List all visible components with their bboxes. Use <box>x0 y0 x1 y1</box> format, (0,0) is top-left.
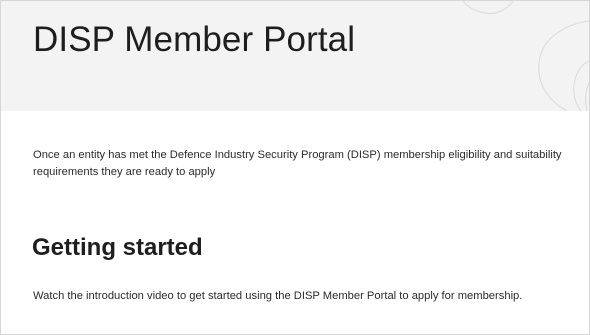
page-frame: DISP Member Portal Once an entity has me… <box>0 0 590 335</box>
intro-paragraph: Once an entity has met the Defence Indus… <box>33 149 562 178</box>
page-title: DISP Member Portal <box>33 20 356 59</box>
page-banner: DISP Member Portal <box>1 1 589 111</box>
getting-started-heading: Getting started <box>32 234 203 261</box>
getting-started-paragraph: Watch the introduction video to get star… <box>33 290 523 302</box>
